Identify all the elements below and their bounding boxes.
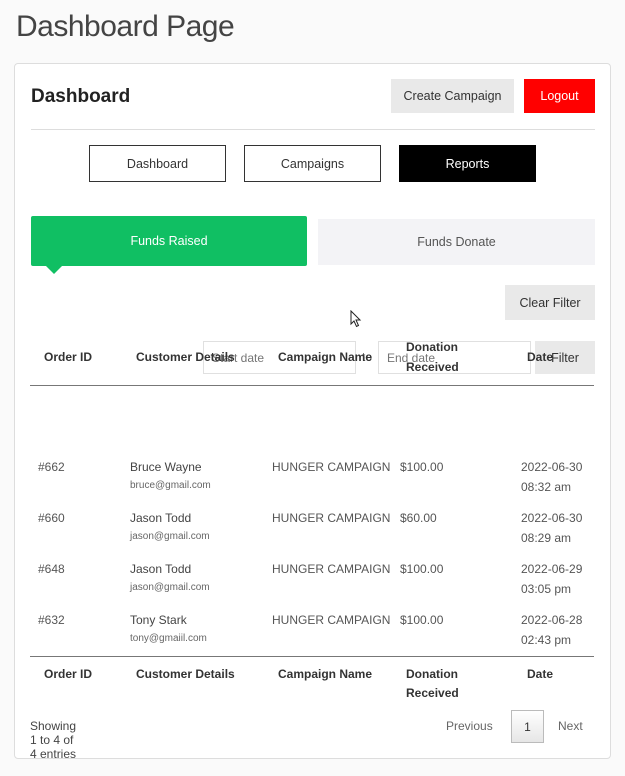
create-campaign-button[interactable]: Create Campaign bbox=[391, 79, 514, 113]
table-footer-header: Order ID Customer Details Campaign Name … bbox=[30, 656, 594, 709]
customer-email: jason@gmail.com bbox=[130, 531, 210, 542]
customer-name: Bruce Wayne bbox=[130, 460, 202, 474]
col-customer-details[interactable]: Customer Details bbox=[136, 348, 235, 367]
customer-email: tony@gmaiil.com bbox=[130, 633, 207, 644]
tab-funds-donate[interactable]: Funds Donate bbox=[318, 219, 595, 265]
col-customer-details[interactable]: Customer Details bbox=[136, 665, 235, 684]
col-date[interactable]: Date bbox=[527, 665, 553, 684]
table-header: Order ID Customer Details Campaign Name … bbox=[30, 333, 594, 386]
dashboard-heading: Dashboard bbox=[31, 86, 131, 107]
campaign-name: HUNGER CAMPAIGN bbox=[272, 511, 391, 525]
donation-date: 2022-06-30 bbox=[521, 511, 583, 525]
table-row: #648 Jason Todd jason@gmail.com HUNGER C… bbox=[30, 562, 594, 613]
donation-amount: $100.00 bbox=[400, 460, 444, 474]
donation-time: 08:32 am bbox=[521, 480, 572, 494]
pagination-page-1[interactable]: 1 bbox=[511, 710, 544, 743]
col-date[interactable]: Date bbox=[527, 348, 553, 367]
col-donation-line2[interactable]: Received bbox=[406, 358, 459, 377]
donation-date: 2022-06-29 bbox=[521, 562, 583, 576]
col-order-id[interactable]: Order ID bbox=[44, 665, 92, 684]
tab-funds-raised-label: Funds Raised bbox=[130, 234, 208, 248]
logout-button[interactable]: Logout bbox=[524, 79, 595, 113]
table-row: #662 Bruce Wayne bruce@gmail.com HUNGER … bbox=[30, 460, 594, 511]
col-donation-line1[interactable]: Donation bbox=[406, 338, 458, 357]
page-title: Dashboard Page bbox=[16, 10, 235, 43]
campaign-name: HUNGER CAMPAIGN bbox=[272, 562, 391, 576]
col-order-id[interactable]: Order ID bbox=[44, 348, 92, 367]
clear-filter-button[interactable]: Clear Filter bbox=[505, 285, 595, 320]
table-row: #660 Jason Todd jason@gmail.com HUNGER C… bbox=[30, 511, 594, 562]
mouse-pointer-icon bbox=[350, 310, 362, 328]
customer-name: Tony Stark bbox=[130, 613, 187, 627]
donation-time: 03:05 pm bbox=[521, 582, 572, 596]
pagination-next[interactable]: Next bbox=[558, 719, 583, 733]
col-campaign-name[interactable]: Campaign Name bbox=[278, 665, 372, 684]
donation-time: 08:29 am bbox=[521, 531, 572, 545]
nav-campaigns-button[interactable]: Campaigns bbox=[244, 145, 381, 182]
donation-amount: $100.00 bbox=[400, 613, 444, 627]
donation-amount: $100.00 bbox=[400, 562, 444, 576]
col-donation-line1[interactable]: Donation bbox=[406, 665, 458, 684]
donation-date: 2022-06-28 bbox=[521, 613, 583, 627]
donation-date: 2022-06-30 bbox=[521, 460, 583, 474]
donation-amount: $60.00 bbox=[400, 511, 437, 525]
order-id: #662 bbox=[38, 460, 65, 474]
order-id: #660 bbox=[38, 511, 65, 525]
order-id: #632 bbox=[38, 613, 65, 627]
header-divider bbox=[31, 129, 595, 130]
active-tab-pointer bbox=[46, 266, 62, 274]
tab-funds-raised[interactable]: Funds Raised bbox=[31, 216, 307, 274]
donation-time: 02:43 pm bbox=[521, 633, 572, 647]
nav-dashboard-button[interactable]: Dashboard bbox=[89, 145, 226, 182]
tab-funds-donate-label: Funds Donate bbox=[417, 235, 496, 249]
customer-name: Jason Todd bbox=[130, 562, 192, 576]
entries-info: Showing 1 to 4 of 4 entries bbox=[30, 719, 77, 761]
col-campaign-name[interactable]: Campaign Name bbox=[278, 348, 372, 367]
nav-reports-button[interactable]: Reports bbox=[399, 145, 536, 182]
pagination-previous[interactable]: Previous bbox=[446, 719, 493, 733]
col-donation-line2[interactable]: Received bbox=[406, 684, 459, 703]
campaign-name: HUNGER CAMPAIGN bbox=[272, 460, 391, 474]
order-id: #648 bbox=[38, 562, 65, 576]
customer-email: jason@gmail.com bbox=[130, 582, 210, 593]
campaign-name: HUNGER CAMPAIGN bbox=[272, 613, 391, 627]
customer-name: Jason Todd bbox=[130, 511, 192, 525]
customer-email: bruce@gmail.com bbox=[130, 480, 211, 491]
